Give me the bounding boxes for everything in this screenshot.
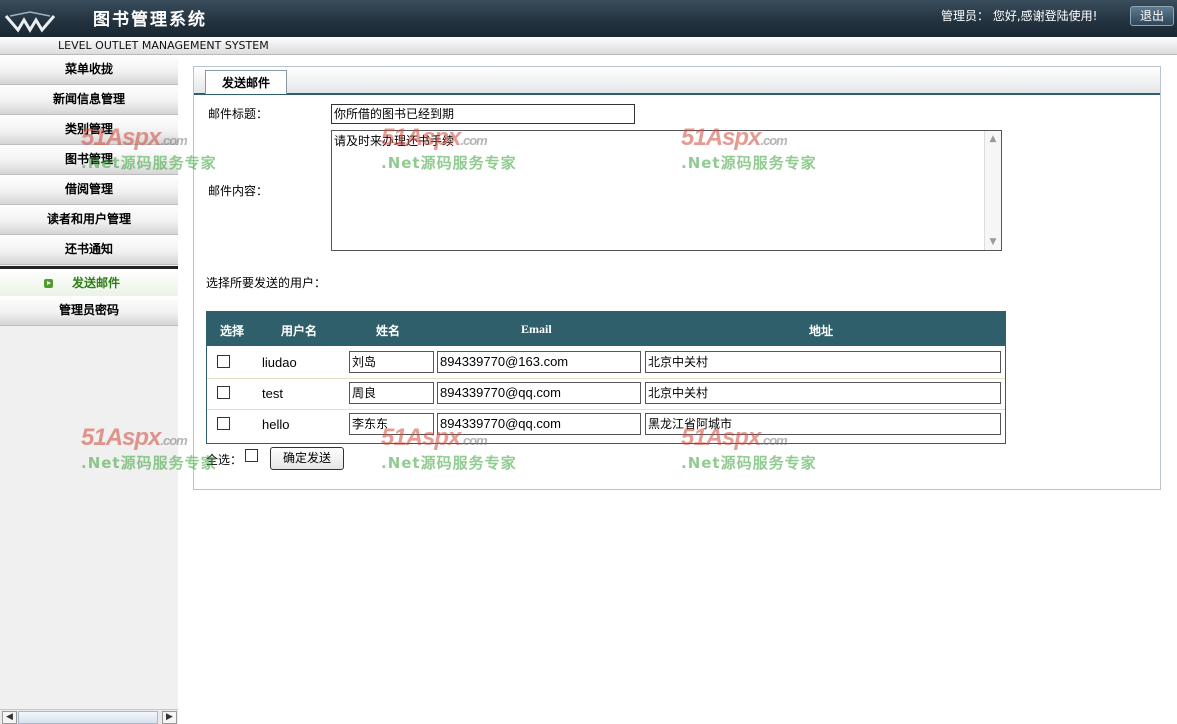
app-header: 图书管理系统 管理员： 您好,感谢登陆使用! 退出 — [0, 0, 1177, 37]
scroll-up-icon[interactable]: ▲ — [986, 132, 1000, 146]
col-email: Email — [521, 322, 552, 336]
subject-input[interactable]: 你所借的图书已经到期 — [331, 104, 635, 124]
tab-strip: 发送邮件 — [194, 67, 1160, 95]
table-row: hello 李东东 894339770@qq.com 黑龙江省阿城市 — [207, 409, 1005, 440]
select-all-checkbox[interactable] — [245, 449, 258, 462]
logout-button[interactable]: 退出 — [1130, 6, 1174, 26]
row-username: liudao — [262, 355, 297, 370]
row-name-input[interactable]: 李东东 — [349, 413, 434, 435]
sidebar-item-return-notice[interactable]: 还书通知 — [0, 235, 178, 265]
subject-label: 邮件标题： — [208, 107, 269, 121]
table-row: liudao 刘岛 894339770@163.com 北京中关村 — [207, 347, 1005, 379]
logo — [4, 11, 56, 33]
row-name-input[interactable]: 刘岛 — [349, 351, 434, 373]
sidebar-item-admin-password[interactable]: 管理员密码 — [0, 296, 178, 326]
greeting-text: 您好,感谢登陆使用! — [992, 9, 1098, 23]
row-email-input[interactable]: 894339770@qq.com — [437, 413, 641, 435]
table-row: test 周良 894339770@qq.com 北京中关村 — [207, 378, 1005, 410]
scroll-left-icon[interactable]: ◀ — [2, 711, 17, 724]
content-text: 请及时来办理还书手续 — [334, 134, 455, 148]
admin-label: 管理员： — [941, 9, 990, 23]
sidebar-item-readers-users[interactable]: 读者和用户管理 — [0, 205, 178, 235]
row-address-input[interactable]: 北京中关村 — [645, 382, 1001, 404]
row-name-input[interactable]: 周良 — [349, 382, 434, 404]
sidebar-item-news[interactable]: 新闻信息管理 — [0, 85, 178, 115]
app-title: 图书管理系统 — [93, 10, 207, 30]
sidebar-item-categories[interactable]: 类别管理 — [0, 115, 178, 145]
row-checkbox[interactable] — [217, 417, 230, 430]
row-checkbox[interactable] — [217, 386, 230, 399]
table-header: 选择 用户名 姓名 Email 地址 — [207, 312, 1005, 346]
sidebar-item-label: 发送邮件 — [71, 276, 120, 290]
tab-send-email[interactable]: 发送邮件 — [205, 70, 287, 94]
scroll-down-icon[interactable]: ▼ — [986, 235, 1000, 249]
row-username: hello — [262, 417, 290, 432]
content-textarea[interactable]: 请及时来办理还书手续 ▲ ▼ — [331, 130, 1002, 251]
sidebar: 菜单收拢 新闻信息管理 类别管理 图书管理 借阅管理 读者和用户管理 还书通知 … — [0, 55, 178, 723]
select-users-label: 选择所要发送的用户： — [206, 276, 327, 290]
arrow-right-icon — [44, 279, 53, 288]
row-email-input[interactable]: 894339770@163.com — [437, 351, 641, 373]
row-email-input[interactable]: 894339770@qq.com — [437, 382, 641, 404]
textarea-scrollbar[interactable]: ▲ ▼ — [984, 131, 1001, 250]
col-select: 选择 — [220, 324, 245, 338]
row-checkbox[interactable] — [217, 355, 230, 368]
row-address-input[interactable]: 黑龙江省阿城市 — [645, 413, 1001, 435]
sidebar-horizontal-scrollbar[interactable]: ◀ ▶ — [0, 709, 178, 724]
sidebar-item-books[interactable]: 图书管理 — [0, 145, 178, 175]
send-button[interactable]: 确定发送 — [270, 447, 344, 470]
select-all-label: 全选： — [206, 453, 243, 467]
row-address-input[interactable]: 北京中关村 — [645, 351, 1001, 373]
scroll-thumb[interactable] — [18, 711, 158, 724]
system-subtitle: LEVEL OUTLET MANAGEMENT SYSTEM — [58, 39, 269, 52]
sidebar-item-collapse-menu[interactable]: 菜单收拢 — [0, 55, 178, 85]
col-name: 姓名 — [376, 324, 401, 338]
sidebar-item-send-email[interactable]: 发送邮件 — [0, 266, 178, 298]
content-label: 邮件内容： — [208, 184, 269, 198]
row-username: test — [262, 386, 283, 401]
admin-greeting: 管理员： 您好,感谢登陆使用! — [941, 7, 1097, 24]
users-table: 选择 用户名 姓名 Email 地址 liudao 刘岛 894339770@1… — [206, 311, 1006, 444]
col-address: 地址 — [809, 324, 834, 338]
sidebar-item-borrowing[interactable]: 借阅管理 — [0, 175, 178, 205]
scroll-right-icon[interactable]: ▶ — [162, 711, 177, 724]
col-username: 用户名 — [281, 324, 318, 338]
